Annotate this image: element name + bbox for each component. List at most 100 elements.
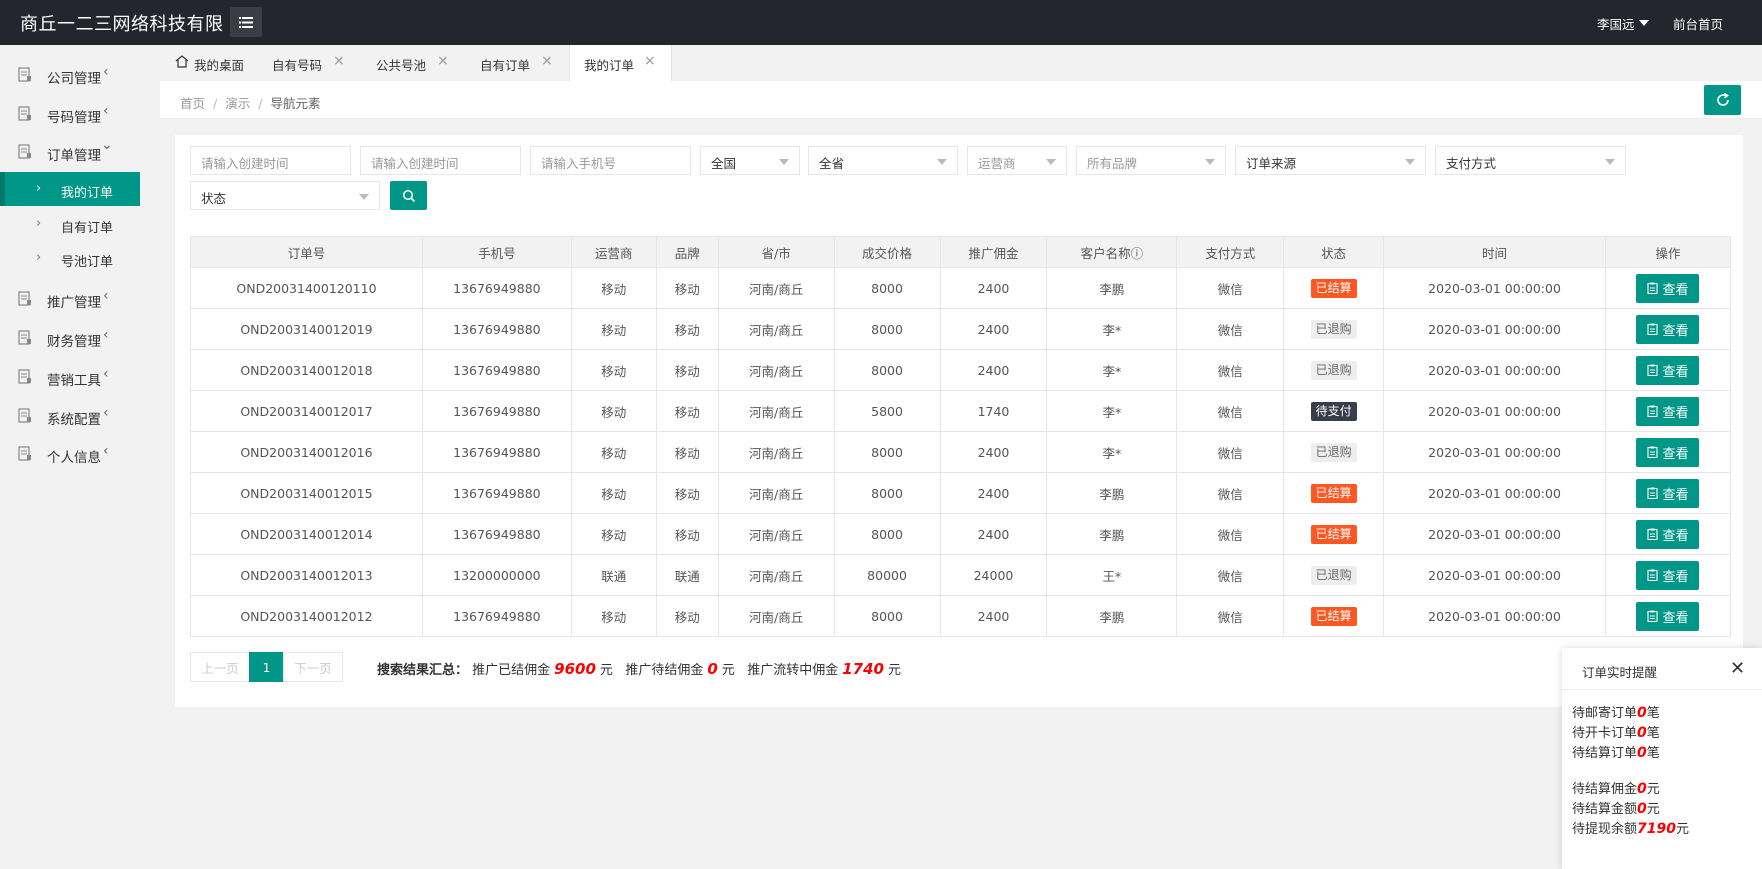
cell-time: 2020-03-01 00:00:00 — [1383, 390, 1606, 432]
country-select[interactable]: 全国 — [700, 146, 800, 175]
cell-commission: 2400 — [939, 595, 1048, 637]
tab-label: 公共号池 — [376, 58, 427, 73]
cell-pay: 微信 — [1176, 431, 1285, 473]
clipboard-icon — [1647, 364, 1659, 376]
select-value: 订单来源 — [1246, 156, 1297, 171]
cell-price: 8000 — [833, 472, 941, 514]
sidebar-item-orders[interactable]: 订单管理 ⌄ — [0, 134, 141, 168]
sidebar-subitem-own-orders[interactable]: › 自有订单 — [0, 207, 141, 241]
view-order-button[interactable]: 查看 — [1636, 273, 1700, 303]
notify-label: 待结算佣金 — [1572, 782, 1638, 797]
created-end-input[interactable]: 请输入创建时间 — [360, 146, 521, 175]
summary-flowing-label: 推广流转中佣金 — [747, 663, 839, 678]
close-icon[interactable]: × — [333, 53, 345, 69]
tab-public-pool[interactable]: 公共号池 × — [364, 45, 468, 81]
cell-order: OND2003140012012 — [190, 595, 423, 637]
view-order-button[interactable]: 查看 — [1636, 314, 1700, 344]
sidebar-item-numbers[interactable]: 号码管理 ‹ — [0, 96, 141, 130]
close-icon[interactable]: × — [644, 53, 656, 69]
clipboard-icon — [1647, 446, 1659, 458]
chevron-down-icon: ⌄ — [101, 137, 113, 153]
sidebar-item-finance[interactable]: 财务管理 ‹ — [0, 320, 141, 354]
province-select[interactable]: 全省 — [808, 146, 958, 175]
front-home-link[interactable]: 前台首页 — [1673, 14, 1723, 33]
view-order-button[interactable]: 查看 — [1636, 396, 1700, 426]
sidebar-subitem-pool-orders[interactable]: › 号池订单 — [0, 241, 141, 275]
caret-down-icon — [937, 159, 947, 165]
notify-unit: 元 — [1646, 782, 1660, 797]
notify-label: 待结算金额 — [1572, 802, 1638, 817]
refresh-button[interactable] — [1704, 85, 1741, 115]
col-header: 省/市 — [717, 236, 835, 268]
created-start-input[interactable]: 请输入创建时间 — [190, 146, 351, 175]
cell-carrier: 移动 — [570, 267, 657, 309]
clipboard-icon — [1647, 487, 1659, 499]
select-value: 状态 — [201, 191, 227, 206]
breadcrumb-home[interactable]: 首页 — [180, 96, 205, 111]
cell-commission: 2400 — [939, 267, 1048, 309]
breadcrumb-demo[interactable]: 演示 — [225, 96, 250, 111]
sidebar-item-promotion[interactable]: 推广管理 ‹ — [0, 281, 141, 315]
cell-region: 河南/商丘 — [717, 431, 835, 473]
sidebar-subitem-my-orders[interactable]: › 我的订单 — [5, 172, 140, 206]
chevron-left-icon: ‹ — [103, 64, 109, 80]
search-button[interactable] — [390, 181, 427, 210]
close-icon[interactable]: × — [541, 53, 553, 69]
tab-own-orders[interactable]: 自有订单 × — [468, 45, 572, 81]
search-icon — [402, 189, 415, 202]
view-order-button[interactable]: 查看 — [1636, 601, 1700, 631]
view-order-button[interactable]: 查看 — [1636, 437, 1700, 467]
breadcrumb-bar: 首页 / 演示 / 导航元素 — [160, 81, 1762, 119]
cell-price: 80000 — [833, 554, 941, 596]
col-header: 操作 — [1604, 236, 1732, 268]
view-order-button[interactable]: 查看 — [1636, 560, 1700, 590]
notify-unit: 笔 — [1646, 746, 1660, 761]
status-select[interactable]: 状态 — [190, 181, 380, 210]
tab-my-orders[interactable]: 我的订单 × — [569, 45, 672, 81]
tab-desktop[interactable]: 我的桌面 — [160, 45, 260, 81]
cell-time: 2020-03-01 00:00:00 — [1383, 595, 1606, 637]
menu-toggle-button[interactable] — [230, 7, 262, 37]
cell-commission: 1740 — [939, 390, 1048, 432]
select-value: 全国 — [711, 156, 737, 171]
caret-down-icon — [1046, 159, 1056, 165]
cell-price: 8000 — [833, 595, 941, 637]
col-header: 推广佣金 — [939, 236, 1048, 268]
sidebar-item-marketing[interactable]: 营销工具 ‹ — [0, 359, 141, 393]
view-order-button[interactable]: 查看 — [1636, 478, 1700, 508]
brand-select[interactable]: 所有品牌 — [1076, 146, 1226, 175]
cell-order: OND2003140012014 — [190, 513, 423, 555]
view-order-button[interactable]: 查看 — [1636, 519, 1700, 549]
notify-line: 待提现余额7190元 — [1572, 818, 1689, 837]
phone-input[interactable]: 请输入手机号 — [530, 146, 691, 175]
carrier-select[interactable]: 运营商 — [967, 146, 1067, 175]
cell-status: 已结算 — [1283, 595, 1385, 637]
summary-settled-label: 推广已结佣金 — [472, 663, 551, 678]
user-name: 李国远 — [1597, 17, 1635, 32]
cell-price: 8000 — [833, 267, 941, 309]
next-page-button[interactable]: 下一页 — [283, 652, 343, 682]
notify-unit: 笔 — [1646, 706, 1660, 721]
sidebar-item-profile[interactable]: 个人信息 ‹ — [0, 436, 141, 470]
user-menu[interactable]: 李国远 — [1597, 14, 1649, 33]
view-order-button[interactable]: 查看 — [1636, 355, 1700, 385]
page-1-button[interactable]: 1 — [249, 652, 284, 682]
sidebar-item-settings[interactable]: 系统配置 ‹ — [0, 398, 141, 432]
cell-phone: 13200000000 — [421, 554, 572, 596]
order-source-select[interactable]: 订单来源 — [1235, 146, 1426, 175]
sidebar-item-label: 订单管理 — [47, 148, 101, 164]
sidebar-item-label: 推广管理 — [47, 295, 101, 311]
table-row: OND2003140012018 13676949880 移动 移动 河南/商丘 8000… — [190, 349, 1732, 391]
cell-brand: 移动 — [655, 349, 719, 391]
cell-brand: 移动 — [655, 431, 719, 473]
cell-customer: 李* — [1046, 431, 1178, 473]
tab-own-numbers[interactable]: 自有号码 × — [260, 45, 364, 81]
close-icon[interactable]: ✕ — [1730, 658, 1745, 679]
payment-select[interactable]: 支付方式 — [1435, 146, 1626, 175]
sidebar-item-company[interactable]: 公司管理 ‹ — [0, 57, 141, 91]
cell-action: 查看 — [1604, 431, 1732, 473]
col-header: 手机号 — [421, 236, 572, 268]
prev-page-button[interactable]: 上一页 — [190, 652, 250, 682]
notify-value: 0 — [1637, 745, 1647, 761]
close-icon[interactable]: × — [437, 53, 449, 69]
